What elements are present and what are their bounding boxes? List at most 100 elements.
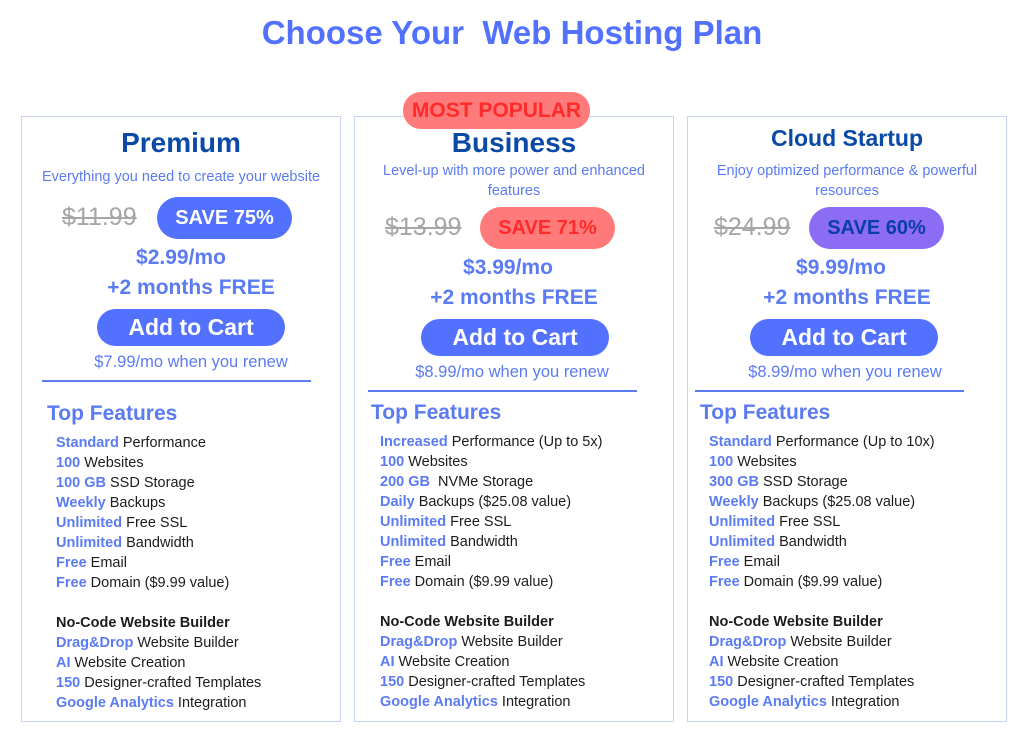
divider [42, 380, 311, 382]
feature-item: Unlimited Bandwidth [380, 532, 602, 552]
feature-highlight: 100 [380, 454, 405, 470]
builder-heading: No-Code Website Builder [380, 614, 554, 630]
plan-card-cloud-startup: Cloud Startup Enjoy optimized performanc… [687, 116, 1007, 722]
feature-item: Unlimited Free SSL [380, 512, 602, 532]
feature-item: 150 Designer-crafted Templates [56, 673, 261, 693]
renewal-price: $8.99/mo when you renew [415, 363, 609, 381]
feature-text: Website Creation [70, 655, 186, 671]
feature-text: Designer-crafted Templates [733, 674, 915, 690]
feature-highlight: Unlimited [709, 514, 776, 530]
monthly-price: $9.99/mo [796, 256, 886, 279]
feature-text: Website Builder [786, 634, 892, 650]
bonus-months: +2 months FREE [107, 276, 275, 299]
feature-highlight: Standard [56, 435, 119, 451]
feature-item: Free Domain ($9.99 value) [56, 573, 229, 593]
feature-text: SSD Storage [105, 475, 195, 491]
feature-text: Free SSL [446, 514, 512, 530]
feature-text: Domain ($9.99 value) [410, 574, 554, 590]
plan-description: Level-up with more power and enhanced fe… [383, 163, 645, 199]
feature-text: Backups [105, 495, 166, 511]
plan-card-business: Business Level-up with more power and en… [354, 116, 674, 722]
renewal-price: $8.99/mo when you renew [748, 363, 942, 381]
feature-item: Drag&Drop Website Builder [56, 633, 261, 653]
feature-highlight: 100 [56, 455, 81, 471]
builder-feature-list: No-Code Website Builder Drag&Drop Website… [56, 613, 261, 713]
feature-text: Bandwidth [122, 535, 194, 551]
feature-item: Free Email [56, 553, 229, 573]
add-to-cart-button[interactable]: Add to Cart [421, 319, 609, 356]
feature-highlight: Free [56, 555, 87, 571]
plan-name: Premium [121, 127, 241, 158]
plan-description: Everything you need to create your websi… [41, 169, 321, 185]
feature-item: Google Analytics Integration [709, 692, 914, 712]
feature-text: Email [410, 554, 451, 570]
feature-text: SSD Storage [758, 474, 848, 490]
feature-text: Designer-crafted Templates [404, 674, 586, 690]
price-row: $11.99 SAVE 75% [22, 197, 340, 239]
feature-item: Daily Backups ($25.08 value) [380, 492, 602, 512]
feature-highlight: Free [56, 575, 87, 591]
feature-highlight: Free [380, 574, 411, 590]
feature-text: Website Builder [457, 634, 563, 650]
feature-highlight: Unlimited [56, 515, 123, 531]
builder-feature-list: No-Code Website Builder Drag&Drop Website… [709, 612, 914, 712]
feature-highlight: Free [709, 574, 740, 590]
feature-highlight: 200 GB [380, 474, 430, 490]
feature-text: Websites [80, 455, 144, 471]
feature-item: 100 GB SSD Storage [56, 473, 229, 493]
feature-item: Unlimited Free SSL [709, 512, 935, 532]
feature-highlight: 150 [380, 674, 405, 690]
plan-name: Business [451, 127, 577, 158]
most-popular-badge: MOST POPULAR [403, 92, 590, 129]
price-row: $13.99 SAVE 71% [355, 207, 673, 249]
feature-text: Backups ($25.08 value) [758, 494, 916, 510]
feature-item: Drag&Drop Website Builder [709, 632, 914, 652]
plan-card-premium: Premium Everything you need to create yo… [21, 116, 341, 722]
feature-highlight: Unlimited [56, 535, 123, 551]
feature-highlight: Weekly [709, 494, 759, 510]
add-to-cart-button[interactable]: Add to Cart [750, 319, 938, 356]
feature-text: Website Creation [394, 654, 510, 670]
feature-highlight: 150 [56, 675, 81, 691]
feature-highlight: Drag&Drop [56, 635, 134, 651]
feature-text: Backups ($25.08 value) [414, 494, 572, 510]
divider [695, 390, 964, 392]
feature-item: 100 Websites [709, 452, 935, 472]
feature-highlight: 100 GB [56, 475, 106, 491]
save-badge: SAVE 71% [480, 207, 615, 249]
feature-item: Google Analytics Integration [380, 692, 585, 712]
feature-item: 200 GB NVMe Storage [380, 472, 602, 492]
feature-text: Bandwidth [775, 534, 847, 550]
feature-highlight: Free [709, 554, 740, 570]
feature-item: Free Domain ($9.99 value) [380, 572, 602, 592]
feature-item: Unlimited Bandwidth [709, 532, 935, 552]
feature-list: Standard Performance (Up to 10x) 100 Webs… [709, 432, 935, 592]
feature-item: 100 Websites [380, 452, 602, 472]
feature-text: Bandwidth [446, 534, 518, 550]
price-row: $24.99 SAVE 60% [688, 207, 1006, 249]
feature-highlight: AI [56, 655, 71, 671]
feature-highlight: Google Analytics [56, 695, 174, 711]
page-title: Choose Your Web Hosting Plan [261, 14, 763, 51]
feature-text: Integration [497, 694, 571, 710]
feature-highlight: Drag&Drop [380, 634, 458, 650]
feature-text: Website Creation [723, 654, 839, 670]
feature-highlight: Google Analytics [380, 694, 498, 710]
plan-description: Enjoy optimized performance & powerful r… [716, 163, 978, 199]
features-heading: Top Features [700, 401, 831, 424]
feature-item: AI Website Creation [380, 652, 585, 672]
save-badge: SAVE 60% [809, 207, 944, 249]
feature-list: Increased Performance (Up to 5x) 100 Webs… [380, 432, 602, 592]
feature-highlight: Daily [380, 494, 415, 510]
feature-text: Email [86, 555, 127, 571]
feature-highlight: Unlimited [709, 534, 776, 550]
feature-text: Websites [733, 454, 797, 470]
feature-item: AI Website Creation [709, 652, 914, 672]
add-to-cart-button[interactable]: Add to Cart [97, 309, 285, 346]
feature-highlight: Unlimited [380, 534, 447, 550]
feature-highlight: Weekly [56, 495, 106, 511]
feature-highlight: Unlimited [380, 514, 447, 530]
feature-item: 150 Designer-crafted Templates [380, 672, 585, 692]
feature-text: Website Builder [133, 635, 239, 651]
feature-text: Domain ($9.99 value) [739, 574, 883, 590]
